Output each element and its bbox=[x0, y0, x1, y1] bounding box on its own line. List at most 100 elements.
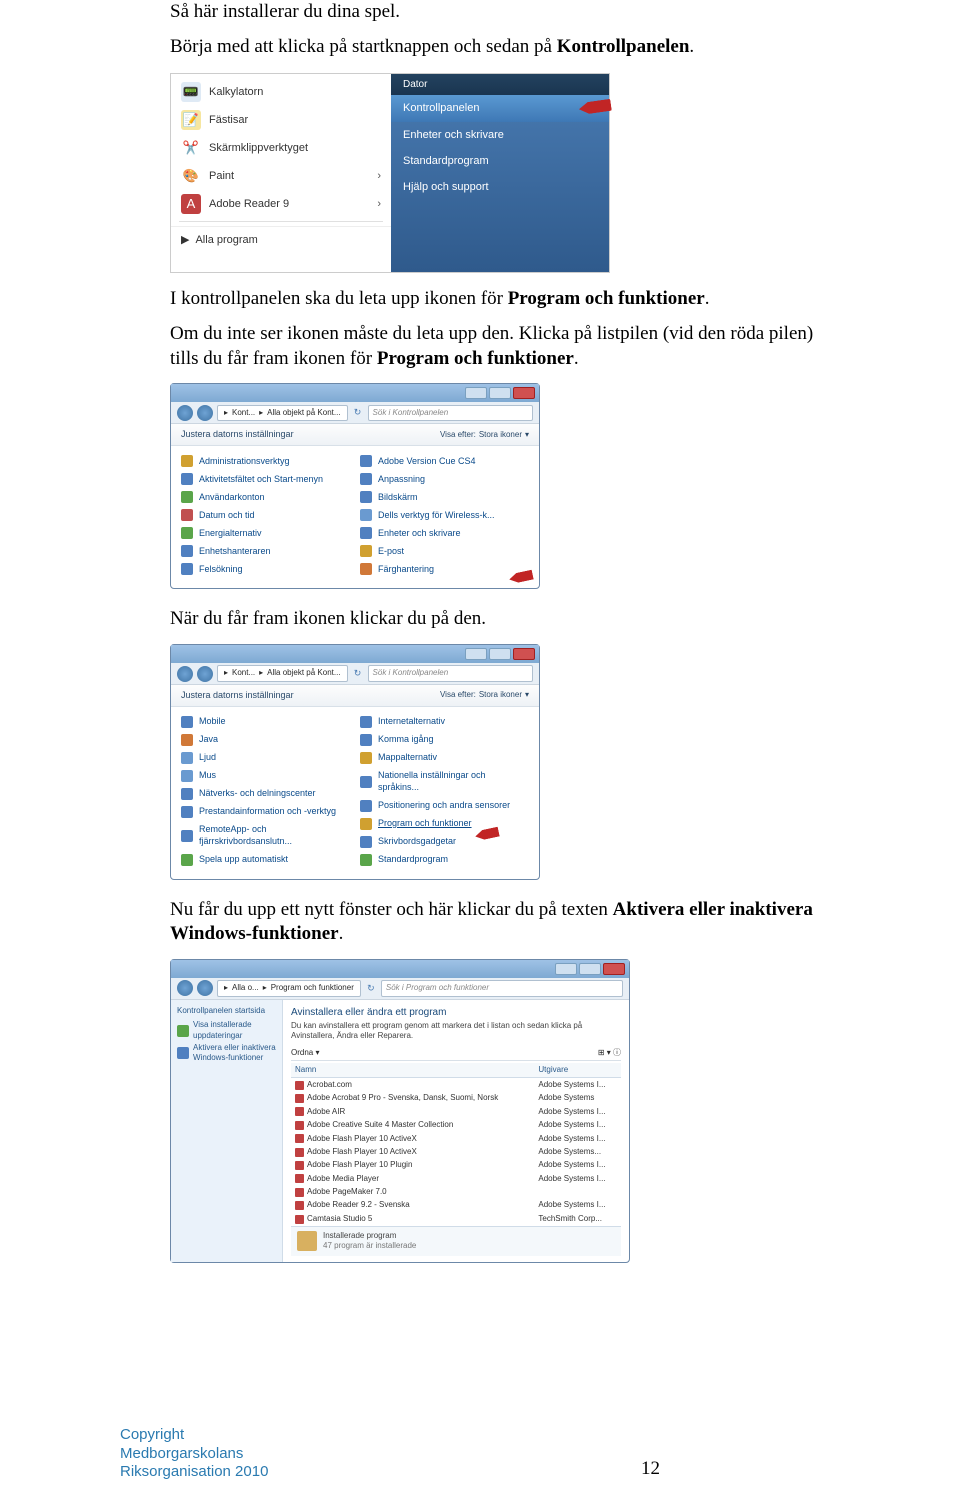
nav-back-button[interactable] bbox=[177, 666, 193, 682]
cp-item[interactable]: Bildskärm bbox=[360, 488, 529, 506]
refresh-icon[interactable]: ↻ bbox=[352, 668, 364, 680]
address-bar: ▸ Alla o... ▸ Program och funktioner ↻ S… bbox=[171, 978, 629, 1000]
view-dropdown[interactable]: Visa efter: Stora ikoner ▾ bbox=[440, 690, 529, 700]
start-item-adobe-reader[interactable]: AAdobe Reader 9 bbox=[171, 190, 391, 218]
all-programs-button[interactable]: ▶Alla program bbox=[171, 226, 391, 253]
right-item-hjalp[interactable]: Hjälp och support bbox=[391, 174, 609, 200]
cp-item[interactable]: RemoteApp- och fjärrskrivbordsanslutn... bbox=[181, 821, 350, 850]
nav-forward-button[interactable] bbox=[197, 666, 213, 682]
p4-pre: Nu får du upp ett nytt fönster och här k… bbox=[170, 899, 613, 920]
programs-icon bbox=[360, 818, 372, 830]
nav-forward-button[interactable] bbox=[197, 405, 213, 421]
cp-item[interactable]: Adobe Version Cue CS4 bbox=[360, 452, 529, 470]
maximize-button[interactable] bbox=[579, 963, 601, 975]
app-icon bbox=[295, 1188, 304, 1197]
nav-forward-button[interactable] bbox=[197, 980, 213, 996]
cp-item[interactable]: Java bbox=[181, 731, 350, 749]
sidebar-link-updates[interactable]: Visa installerade uppdateringar bbox=[177, 1020, 276, 1041]
cp-item[interactable]: Komma igång bbox=[360, 731, 529, 749]
close-button[interactable] bbox=[603, 963, 625, 975]
minimize-button[interactable] bbox=[555, 963, 577, 975]
minimize-button[interactable] bbox=[465, 387, 487, 399]
col-name[interactable]: Namn bbox=[291, 1063, 534, 1078]
table-row[interactable]: Adobe AIRAdobe Systems I... bbox=[291, 1105, 621, 1118]
cp-item[interactable]: Enhetshanteraren bbox=[181, 542, 350, 560]
cp-item-program-och-funktioner[interactable]: Program och funktioner bbox=[360, 815, 529, 833]
cp-item[interactable]: Enheter och skrivare bbox=[360, 524, 529, 542]
app-icon bbox=[295, 1174, 304, 1183]
label: Fästisar bbox=[209, 113, 248, 127]
titlebar bbox=[171, 960, 629, 978]
cp-item[interactable]: Administrationsverktyg bbox=[181, 452, 350, 470]
cp-item[interactable]: Skrivbordsgadgetar bbox=[360, 833, 529, 851]
start-item-paint[interactable]: 🎨Paint bbox=[171, 162, 391, 190]
table-row[interactable]: Adobe Flash Player 10 ActiveXAdobe Syste… bbox=[291, 1145, 621, 1158]
breadcrumb[interactable]: ▸ Alla o... ▸ Program och funktioner bbox=[217, 980, 361, 996]
table-row[interactable]: Adobe Flash Player 10 PluginAdobe System… bbox=[291, 1159, 621, 1172]
start-item-fastisar[interactable]: 📝Fästisar bbox=[171, 106, 391, 134]
cp-item[interactable]: E-post bbox=[360, 542, 529, 560]
right-dark-item[interactable]: Dator bbox=[391, 74, 609, 95]
programs-body: Kontrollpanelen startsida Visa installer… bbox=[171, 1000, 629, 1262]
right-item-standardprogram[interactable]: Standardprogram bbox=[391, 148, 609, 174]
table-row[interactable]: Acrobat.comAdobe Systems I... bbox=[291, 1078, 621, 1092]
start-item-skarmklipp[interactable]: ✂️Skärmklippverktyget bbox=[171, 134, 391, 162]
sidebar-title[interactable]: Kontrollpanelen startsida bbox=[177, 1006, 276, 1016]
table-row[interactable]: Adobe Creative Suite 4 Master Collection… bbox=[291, 1119, 621, 1132]
cp-item[interactable]: Ljud bbox=[181, 749, 350, 767]
table-row[interactable]: Camtasia Studio 5TechSmith Corp... bbox=[291, 1212, 621, 1225]
display-icon bbox=[360, 491, 372, 503]
cp-item[interactable]: Anpassning bbox=[360, 470, 529, 488]
cp-item[interactable]: Prestandainformation och -verktyg bbox=[181, 803, 350, 821]
right-item-enheter[interactable]: Enheter och skrivare bbox=[391, 122, 609, 148]
col-publisher[interactable]: Utgivare bbox=[534, 1063, 621, 1078]
breadcrumb[interactable]: ▸ Kont... ▸ Alla objekt på Kont... bbox=[217, 405, 348, 421]
table-row[interactable]: Adobe PageMaker 7.0 bbox=[291, 1186, 621, 1199]
sound-icon bbox=[181, 752, 193, 764]
close-button[interactable] bbox=[513, 648, 535, 660]
table-row[interactable]: Adobe Flash Player 10 ActiveXAdobe Syste… bbox=[291, 1132, 621, 1145]
cp-item[interactable]: Nätverks- och delningscenter bbox=[181, 785, 350, 803]
cp-item[interactable]: Nationella inställningar och språkins... bbox=[360, 767, 529, 796]
table-row[interactable]: Adobe Media PlayerAdobe Systems I... bbox=[291, 1172, 621, 1185]
view-dropdown[interactable]: Visa efter: Stora ikoner ▾ bbox=[440, 430, 529, 440]
nav-back-button[interactable] bbox=[177, 980, 193, 996]
header-left: Justera datorns inställningar bbox=[181, 690, 294, 702]
cp-item[interactable]: Felsökning bbox=[181, 560, 350, 578]
close-button[interactable] bbox=[513, 387, 535, 399]
minimize-button[interactable] bbox=[465, 648, 487, 660]
cp-item[interactable]: Energialternativ bbox=[181, 524, 350, 542]
search-input[interactable]: Sök i Program och funktioner bbox=[381, 980, 623, 996]
table-row[interactable]: Adobe Acrobat 9 Pro - Svenska, Dansk, Su… bbox=[291, 1092, 621, 1105]
sidebar-link-windows-features[interactable]: Aktivera eller inaktivera Windows-funkti… bbox=[177, 1043, 276, 1064]
table-row[interactable]: Adobe Reader 9.2 - SvenskaAdobe Systems … bbox=[291, 1199, 621, 1212]
cp-item[interactable]: Mus bbox=[181, 767, 350, 785]
view-icons[interactable]: ⊞ ▾ ⓘ bbox=[598, 1048, 621, 1058]
cp-item[interactable]: Mobile bbox=[181, 713, 350, 731]
cp-item[interactable]: Användarkonton bbox=[181, 488, 350, 506]
cp-item[interactable]: Färghantering bbox=[360, 560, 529, 578]
cp-item[interactable]: Positionering och andra sensorer bbox=[360, 797, 529, 815]
organize-button[interactable]: Ordna ▾ bbox=[291, 1048, 319, 1058]
cp-item[interactable]: Spela upp automatiskt bbox=[181, 851, 350, 869]
search-input[interactable]: Sök i Kontrollpanelen bbox=[368, 405, 533, 421]
search-input[interactable]: Sök i Kontrollpanelen bbox=[368, 665, 533, 681]
cp-item[interactable]: Datum och tid bbox=[181, 506, 350, 524]
p2a-pre: I kontrollpanelen ska du leta upp ikonen… bbox=[170, 288, 508, 309]
breadcrumb[interactable]: ▸ Kont... ▸ Alla objekt på Kont... bbox=[217, 665, 348, 681]
programs-main: Avinstallera eller ändra ett program Du … bbox=[283, 1000, 629, 1262]
refresh-icon[interactable]: ↻ bbox=[352, 407, 364, 419]
cp-item[interactable]: Aktivitetsfältet och Start-menyn bbox=[181, 470, 350, 488]
maximize-button[interactable] bbox=[489, 648, 511, 660]
refresh-icon[interactable]: ↻ bbox=[365, 983, 377, 995]
cp-item[interactable]: Mappalternativ bbox=[360, 749, 529, 767]
programs-table: Namn Utgivare Acrobat.comAdobe Systems I… bbox=[291, 1063, 621, 1226]
maximize-button[interactable] bbox=[489, 387, 511, 399]
cp-item[interactable]: Dells verktyg för Wireless-k... bbox=[360, 506, 529, 524]
nav-back-button[interactable] bbox=[177, 405, 193, 421]
right-item-kontrollpanelen[interactable]: Kontrollpanelen bbox=[391, 95, 609, 121]
cp-item[interactable]: Standardprogram bbox=[360, 851, 529, 869]
start-item-kalkylatorn[interactable]: 📟Kalkylatorn bbox=[171, 78, 391, 106]
adobe-reader-icon: A bbox=[181, 194, 201, 214]
cp-item[interactable]: Internetalternativ bbox=[360, 713, 529, 731]
